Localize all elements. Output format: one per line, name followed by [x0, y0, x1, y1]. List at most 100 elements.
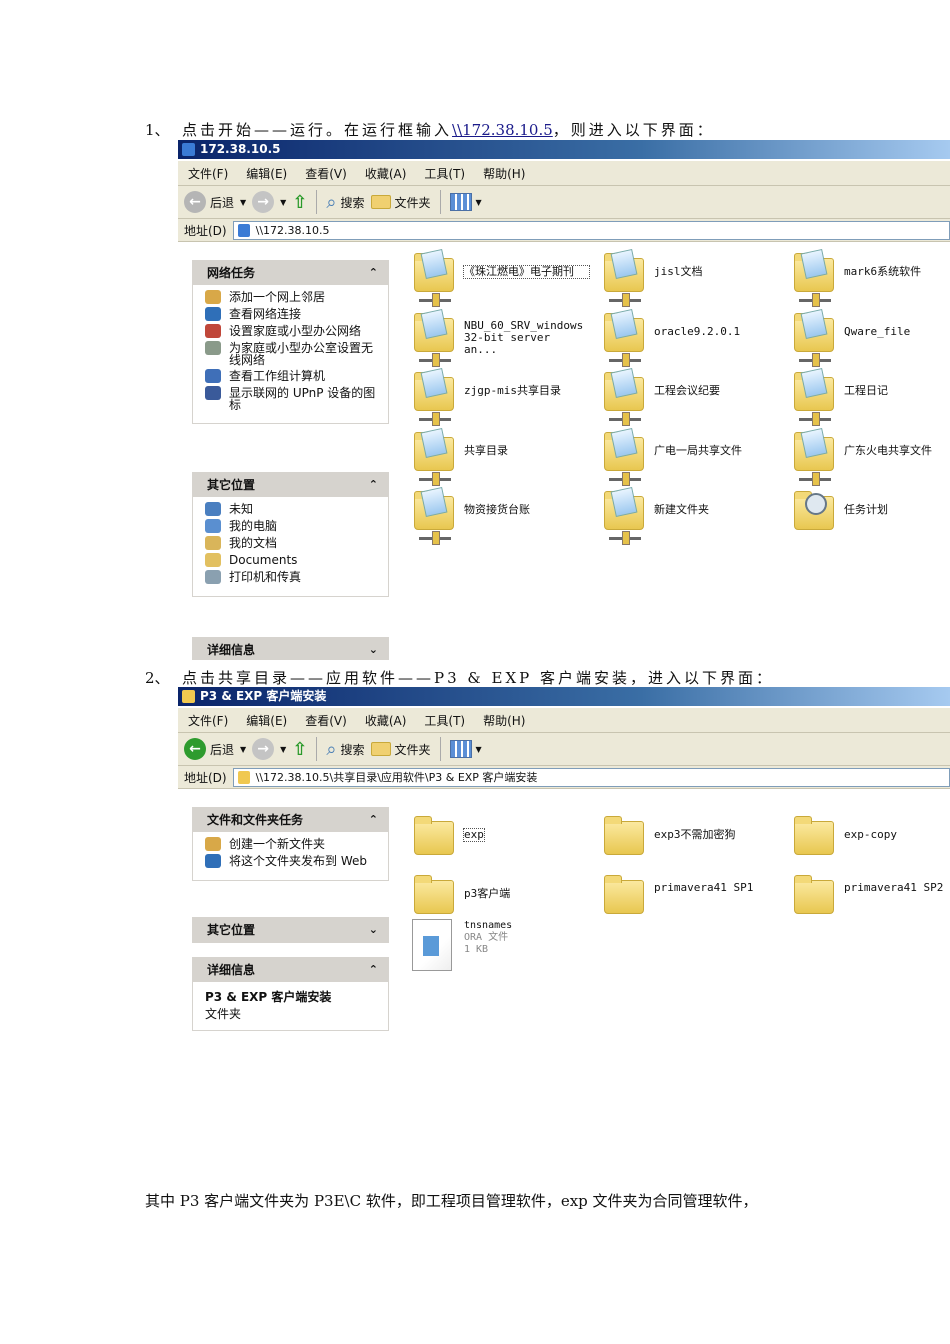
panel-header[interactable]: 网络任务 ⌃ — [193, 261, 388, 285]
address-value: \\172.38.10.5 — [255, 223, 330, 237]
folder-item[interactable]: mark6系统软件 — [794, 248, 950, 307]
folder-item[interactable]: 物资接货台账 — [414, 486, 584, 545]
folder-item[interactable]: Qware_file — [794, 308, 950, 367]
panel-header[interactable]: 其它位置 ⌄ — [193, 918, 388, 942]
folder-item[interactable]: 工程会议纪要 — [604, 367, 774, 426]
back-button[interactable]: ← 后退 — [184, 191, 234, 213]
task-link[interactable]: 未知 — [205, 502, 378, 516]
back-button[interactable]: ← 后退 — [184, 738, 234, 760]
menu-item[interactable]: 工具(T) — [424, 712, 465, 729]
toolbar-separator — [439, 737, 441, 761]
share-document-icon — [800, 308, 828, 339]
task-label: 添加一个网上邻居 — [229, 290, 326, 304]
file-glyph-icon — [423, 936, 439, 956]
sidebar-panel: 网络任务 ⌃ 添加一个网上邻居查看网络连接 设置家庭或小型办公网络为家庭或小型办公室设… — [192, 260, 389, 424]
sidebar-panel: 其它位置 ⌄ — [192, 917, 389, 943]
folder-item[interactable]: exp3不需加密狗 — [604, 813, 774, 857]
up-folder-icon[interactable]: ⇧ — [292, 739, 307, 760]
task-link[interactable]: 我的文档 — [205, 536, 378, 550]
up-folder-icon[interactable]: ⇧ — [292, 192, 307, 213]
task-link[interactable]: 查看网络连接 — [205, 307, 378, 321]
menu-item[interactable]: 工具(T) — [424, 165, 465, 182]
address-label: 地址(D) — [184, 223, 227, 238]
shared-folder-icon — [414, 486, 454, 545]
task-link[interactable]: 打印机和传真 — [205, 570, 378, 584]
address-input[interactable]: \\172.38.10.5 — [232, 220, 950, 240]
task-label: Documents — [229, 553, 298, 567]
dropdown-icon[interactable]: ▼ — [240, 198, 246, 207]
panel-title: 其它位置 — [207, 923, 256, 937]
network-share-icon — [609, 412, 641, 426]
views-button[interactable]: ▼ — [449, 193, 482, 211]
folder-item[interactable]: primavera41 SP2 — [794, 872, 950, 916]
folder-item[interactable]: 《珠江燃电》电子期刊 — [414, 248, 590, 307]
folder-item[interactable]: NBU_60_SRV_windows 32-bit server an... — [414, 308, 584, 367]
folder-item[interactable]: 广东火电共享文件 — [794, 427, 950, 486]
toolbar-separator — [316, 737, 318, 761]
shared-folder-icon — [794, 367, 834, 426]
folders-button[interactable]: 文件夹 — [370, 741, 431, 758]
forward-arrow-icon[interactable]: → — [252, 191, 275, 213]
folder-item[interactable]: p3客户端 — [414, 872, 584, 916]
folder-item[interactable]: oracle9.2.0.1 — [604, 308, 774, 367]
collapse-chevron-icon[interactable]: ⌃ — [369, 473, 378, 497]
folder-name: primavera41 SP2 — [844, 881, 944, 894]
folder-item[interactable]: 共享目录 — [414, 427, 584, 486]
task-link[interactable]: 查看工作组计算机 — [205, 369, 378, 383]
panel-header[interactable]: 文件和文件夹任务 ⌃ — [193, 808, 388, 832]
task-link[interactable]: 设置家庭或小型办公网络 — [205, 324, 378, 338]
folder-item[interactable]: jisl文档 — [604, 248, 774, 307]
menu-item[interactable]: 收藏(A) — [365, 165, 407, 182]
network-share-icon — [609, 471, 641, 486]
file-item[interactable]: tnsnames ORA 文件 1 KB — [412, 918, 552, 972]
dropdown-icon[interactable]: ▼ — [240, 745, 246, 754]
menu-item[interactable]: 文件(F) — [188, 712, 228, 729]
forward-arrow-icon[interactable]: → — [252, 738, 275, 760]
folder-item[interactable]: 任务计划 — [794, 488, 950, 532]
panel-header[interactable]: 详细信息 ⌃ — [193, 958, 388, 982]
search-button[interactable]: ⌕ 搜索 — [326, 739, 364, 760]
task-link[interactable]: 创建一个新文件夹 — [205, 837, 378, 851]
task-link[interactable]: 我的电脑 — [205, 519, 378, 533]
folders-button[interactable]: 文件夹 — [370, 194, 431, 211]
menu-item[interactable]: 编辑(E) — [246, 165, 287, 182]
shared-folder-icon — [794, 248, 834, 307]
folder-item[interactable]: exp-copy — [794, 813, 950, 857]
folder-item[interactable]: 广电一局共享文件 — [604, 427, 774, 486]
search-button[interactable]: ⌕ 搜索 — [326, 192, 364, 213]
task-link[interactable]: 将这个文件夹发布到 Web — [205, 854, 378, 868]
address-input[interactable]: \\172.38.10.5\共享目录\应用软件\P3 & EXP 客户端安装 — [232, 767, 950, 787]
task-link[interactable]: 添加一个网上邻居 — [205, 290, 378, 304]
folder-item[interactable]: primavera41 SP1 — [604, 872, 774, 916]
menu-item[interactable]: 帮助(H) — [483, 712, 525, 729]
share-document-icon — [800, 248, 828, 280]
network-share-icon — [609, 293, 641, 307]
task-link[interactable]: 为家庭或小型办公室设置无线网络 — [205, 341, 378, 366]
unc-path-link[interactable]: \\172.38.10.5 — [452, 121, 553, 139]
menu-item[interactable]: 文件(F) — [188, 165, 228, 182]
folder-item[interactable]: exp — [414, 813, 584, 857]
shared-folder-icon — [414, 308, 454, 367]
task-link[interactable]: 显示联网的 UPnP 设备的图标 — [205, 386, 378, 411]
collapse-chevron-icon[interactable]: ⌃ — [369, 958, 378, 982]
folder-name: oracle9.2.0.1 — [654, 324, 741, 338]
folder-item[interactable]: zjgp-mis共享目录 — [414, 367, 584, 426]
dropdown-icon[interactable]: ▼ — [280, 745, 286, 754]
network-share-icon — [799, 471, 831, 486]
menu-item[interactable]: 收藏(A) — [365, 712, 407, 729]
folder-item[interactable]: 新建文件夹 — [604, 486, 774, 545]
panel-header[interactable]: 其它位置 ⌃ — [193, 473, 388, 497]
menu-item[interactable]: 帮助(H) — [483, 165, 525, 182]
panel-header[interactable]: 详细信息 ⌄ — [193, 638, 388, 660]
dropdown-icon[interactable]: ▼ — [280, 198, 286, 207]
collapse-chevron-icon[interactable]: ⌃ — [369, 261, 378, 285]
menu-item[interactable]: 查看(V) — [305, 165, 347, 182]
collapse-chevron-icon[interactable]: ⌃ — [369, 808, 378, 832]
collapse-chevron-icon[interactable]: ⌄ — [369, 638, 378, 660]
task-link[interactable]: Documents — [205, 553, 378, 567]
menu-item[interactable]: 查看(V) — [305, 712, 347, 729]
menu-item[interactable]: 编辑(E) — [246, 712, 287, 729]
views-button[interactable]: ▼ — [449, 740, 482, 758]
folder-item[interactable]: 工程日记 — [794, 367, 950, 426]
collapse-chevron-icon[interactable]: ⌄ — [369, 918, 378, 942]
